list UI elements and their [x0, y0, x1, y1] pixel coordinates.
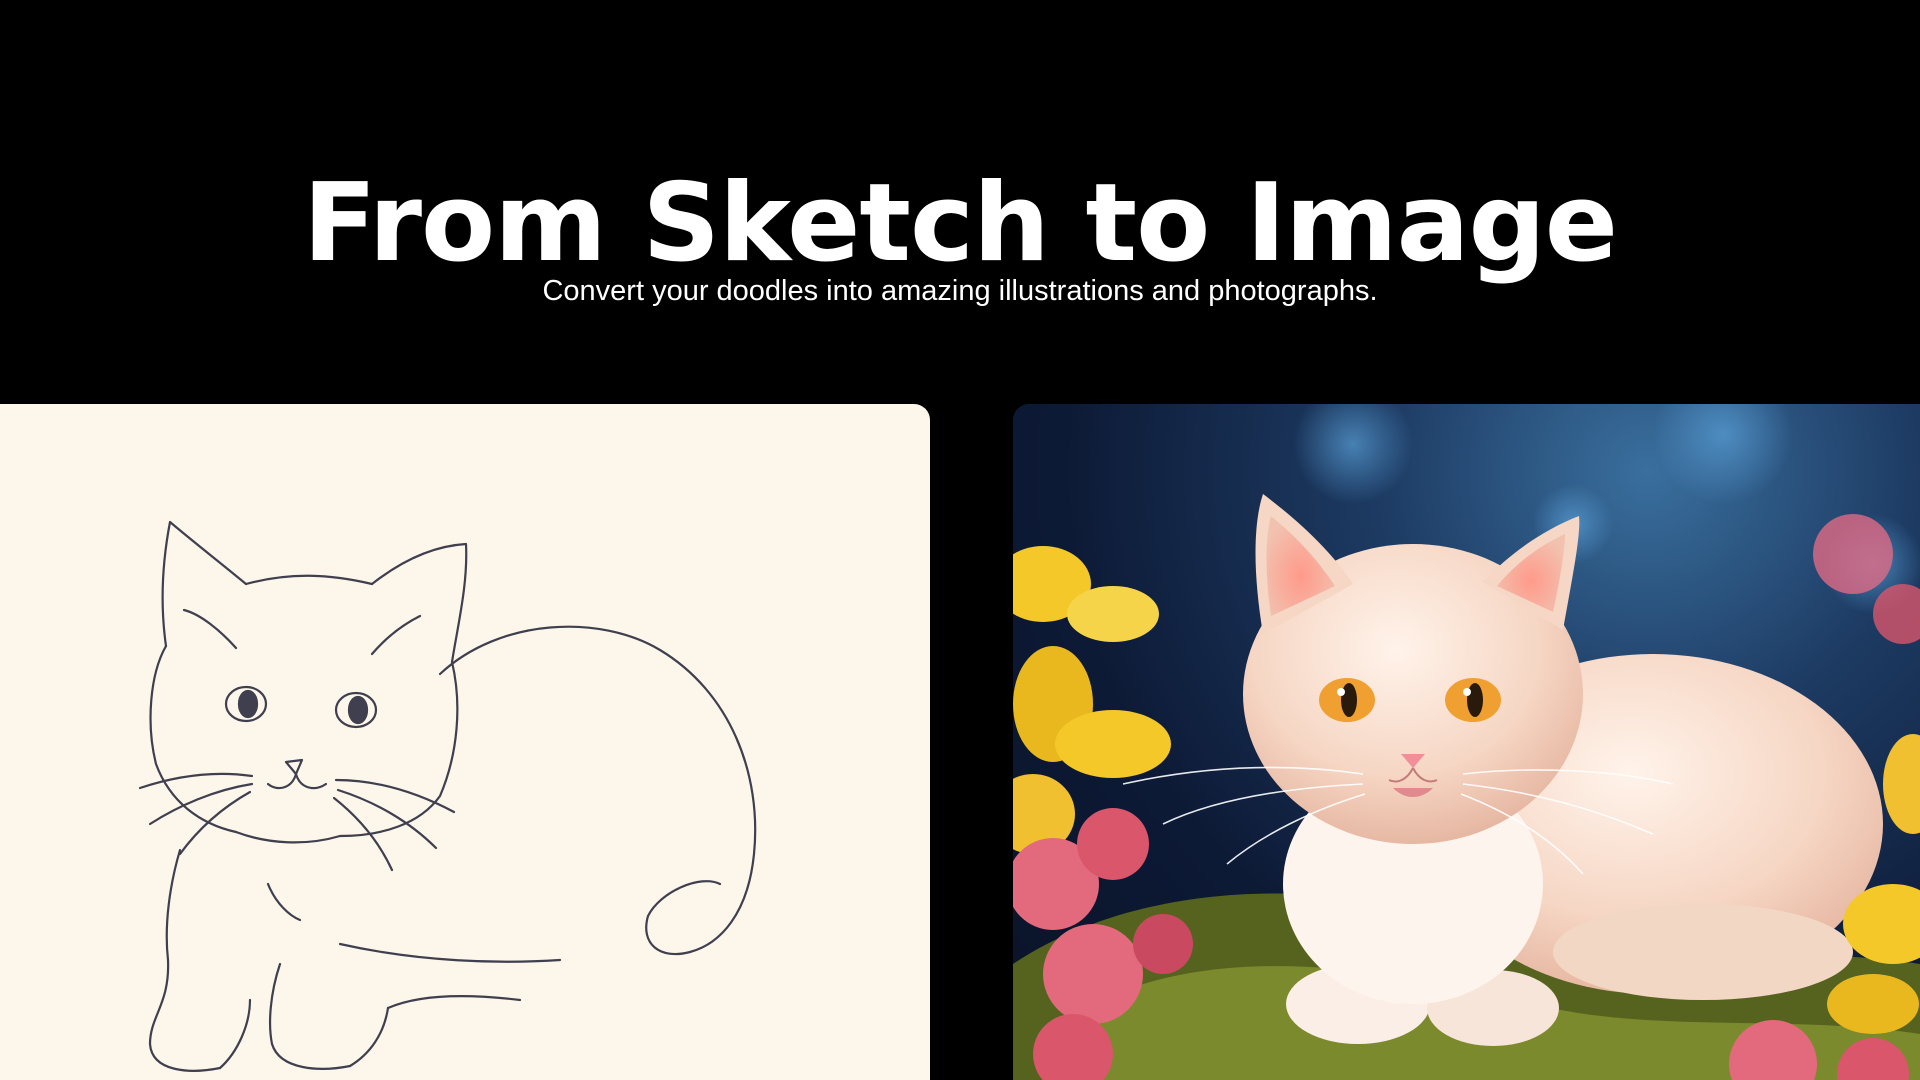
sketch-panel — [0, 404, 930, 1080]
hero-title: From Sketch to Image — [302, 161, 1618, 287]
cat-sketch-drawing — [138, 520, 757, 1072]
cat-render-illustration — [1013, 404, 1920, 1080]
rendered-image-panel — [1013, 404, 1920, 1080]
hero-subtitle: Convert your doodles into amazing illust… — [542, 275, 1378, 307]
